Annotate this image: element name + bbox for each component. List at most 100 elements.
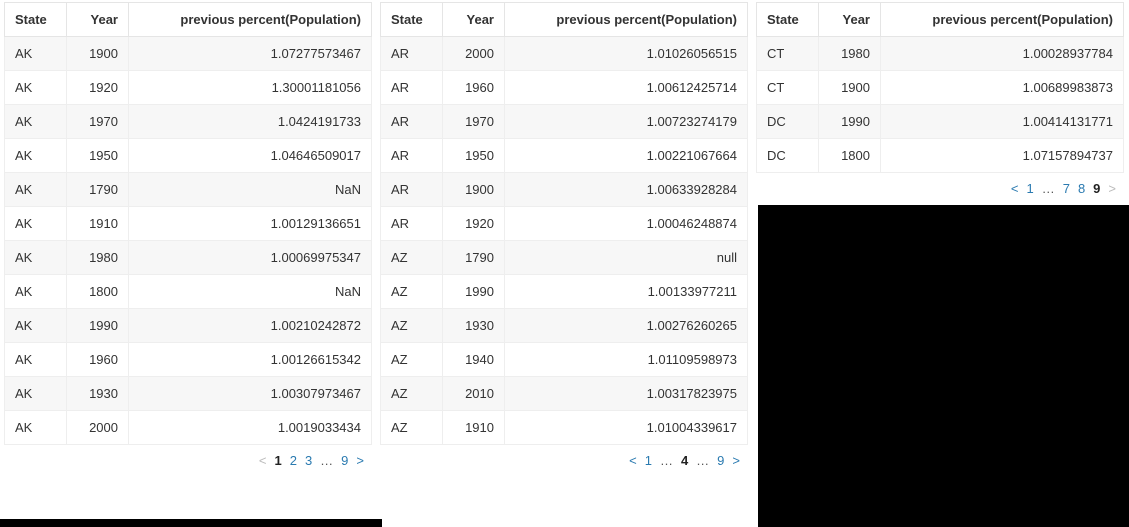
pager-page[interactable]: 8	[1074, 181, 1089, 196]
table-row: AR19501.00221067664	[381, 139, 748, 173]
table-header-row: State Year previous percent(Population)	[381, 3, 748, 37]
col-header-state[interactable]: State	[5, 3, 67, 37]
pager-current: 9	[1089, 181, 1104, 196]
cell-state: AZ	[381, 343, 443, 377]
pagination: <123…9>	[4, 445, 372, 472]
cell-value: 1.00317823975	[505, 377, 748, 411]
col-header-value[interactable]: previous percent(Population)	[505, 3, 748, 37]
table-row: AK20001.0019033434	[5, 411, 372, 445]
cell-value: 1.07277573467	[129, 37, 372, 71]
cell-value: null	[505, 241, 748, 275]
table-row: AK19001.07277573467	[5, 37, 372, 71]
pager-page[interactable]: 3	[301, 453, 316, 468]
cell-state: AK	[5, 139, 67, 173]
cell-state: AK	[5, 207, 67, 241]
cell-state: AZ	[381, 411, 443, 445]
table-row: AK19901.00210242872	[5, 309, 372, 343]
cell-value: 1.01004339617	[505, 411, 748, 445]
cell-state: AR	[381, 37, 443, 71]
pager-page[interactable]: 7	[1059, 181, 1074, 196]
pager-page[interactable]: 1	[1022, 181, 1037, 196]
cell-year: 1990	[67, 309, 129, 343]
cell-year: 1900	[819, 71, 881, 105]
pager-current: 4	[677, 453, 692, 468]
cell-value: 1.00276260265	[505, 309, 748, 343]
data-table: State Year previous percent(Population) …	[380, 2, 748, 445]
cell-state: AZ	[381, 309, 443, 343]
cell-state: AK	[5, 377, 67, 411]
cell-value: 1.00307973467	[129, 377, 372, 411]
cell-value: 1.01026056515	[505, 37, 748, 71]
pager-prev[interactable]: <	[625, 453, 641, 468]
pager-page[interactable]: 9	[713, 453, 728, 468]
cell-state: AK	[5, 275, 67, 309]
cell-state: AK	[5, 309, 67, 343]
col-header-year[interactable]: Year	[819, 3, 881, 37]
cell-state: AK	[5, 343, 67, 377]
table-row: CT19801.00028937784	[757, 37, 1124, 71]
cell-state: AK	[5, 411, 67, 445]
cell-value: NaN	[129, 173, 372, 207]
cell-year: 1900	[67, 37, 129, 71]
cell-value: 1.00633928284	[505, 173, 748, 207]
pager-next: >	[1104, 181, 1120, 196]
pager-ellipsis: …	[316, 453, 337, 468]
cell-year: 1950	[443, 139, 505, 173]
pager-ellipsis: …	[656, 453, 677, 468]
table-row: AZ20101.00317823975	[381, 377, 748, 411]
cell-year: 1910	[67, 207, 129, 241]
cell-value: 1.00069975347	[129, 241, 372, 275]
table-row: AK19701.0424191733	[5, 105, 372, 139]
occluding-region	[0, 519, 382, 527]
cell-year: 2000	[67, 411, 129, 445]
cell-value: 1.00126615342	[129, 343, 372, 377]
cell-state: AZ	[381, 275, 443, 309]
table-row: AR20001.01026056515	[381, 37, 748, 71]
table-row: AZ1790null	[381, 241, 748, 275]
pager-next[interactable]: >	[352, 453, 368, 468]
table-row: DC18001.07157894737	[757, 139, 1124, 173]
pager-page[interactable]: 2	[286, 453, 301, 468]
pager-prev[interactable]: <	[1007, 181, 1023, 196]
cell-year: 2010	[443, 377, 505, 411]
cell-value: 1.0424191733	[129, 105, 372, 139]
col-header-year[interactable]: Year	[443, 3, 505, 37]
table-row: AK19301.00307973467	[5, 377, 372, 411]
cell-year: 1960	[443, 71, 505, 105]
cell-value: NaN	[129, 275, 372, 309]
col-header-year[interactable]: Year	[67, 3, 129, 37]
cell-state: CT	[757, 71, 819, 105]
cell-value: 1.00210242872	[129, 309, 372, 343]
cell-year: 1980	[67, 241, 129, 275]
cell-value: 1.00028937784	[881, 37, 1124, 71]
pager-next[interactable]: >	[728, 453, 744, 468]
cell-value: 1.00046248874	[505, 207, 748, 241]
cell-state: AK	[5, 71, 67, 105]
cell-year: 1990	[443, 275, 505, 309]
col-header-value[interactable]: previous percent(Population)	[129, 3, 372, 37]
cell-value: 1.00221067664	[505, 139, 748, 173]
cell-state: CT	[757, 37, 819, 71]
cell-year: 1980	[819, 37, 881, 71]
cell-year: 1930	[443, 309, 505, 343]
cell-year: 1920	[443, 207, 505, 241]
cell-year: 1970	[443, 105, 505, 139]
cell-value: 1.04646509017	[129, 139, 372, 173]
cell-year: 1800	[67, 275, 129, 309]
table-row: AR19201.00046248874	[381, 207, 748, 241]
table-row: AK19601.00126615342	[5, 343, 372, 377]
pager-page[interactable]: 9	[337, 453, 352, 468]
pager-ellipsis: …	[692, 453, 713, 468]
col-header-state[interactable]: State	[757, 3, 819, 37]
col-header-state[interactable]: State	[381, 3, 443, 37]
table-row: AR19701.00723274179	[381, 105, 748, 139]
table-row: AK19201.30001181056	[5, 71, 372, 105]
cell-state: AZ	[381, 377, 443, 411]
col-header-value[interactable]: previous percent(Population)	[881, 3, 1124, 37]
pager-page[interactable]: 1	[641, 453, 656, 468]
table-row: AZ19401.01109598973	[381, 343, 748, 377]
cell-value: 1.00689983873	[881, 71, 1124, 105]
table-row: AK19501.04646509017	[5, 139, 372, 173]
cell-state: AK	[5, 105, 67, 139]
table-row: AK1800NaN	[5, 275, 372, 309]
